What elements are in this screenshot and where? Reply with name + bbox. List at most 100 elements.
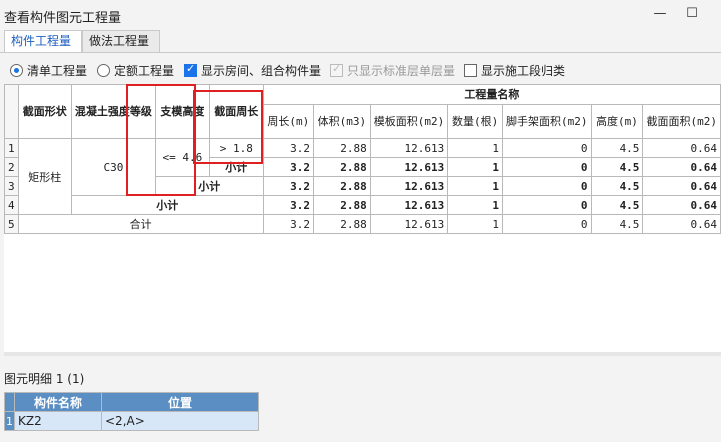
cell-value[interactable]: 3.2 xyxy=(262,176,314,196)
table-row[interactable]: 5 合计 3.2 2.88 12.613 1 0 4.5 0.64 xyxy=(4,214,721,234)
checkbox-show-room-label: 显示房间、组合构件量 xyxy=(201,64,322,78)
window-title: 查看构件图元工程量 xyxy=(4,11,122,26)
table-row[interactable]: 4 小计 3.2 2.88 12.613 1 0 4.5 0.64 xyxy=(4,195,721,215)
cell-value[interactable]: 12.613 xyxy=(369,195,449,215)
header-height[interactable]: 高度(m) xyxy=(590,104,644,139)
cell-value[interactable]: 0 xyxy=(502,157,592,177)
cell-value[interactable]: 4.5 xyxy=(590,214,644,234)
cell-value[interactable]: 0.64 xyxy=(642,138,721,158)
detail-row-number: 1 xyxy=(4,411,15,431)
maximize-icon[interactable]: ☐ xyxy=(682,6,702,22)
checkbox-only-standard-label: 只显示标准层单层量 xyxy=(347,64,456,78)
cell-value[interactable]: 4.5 xyxy=(590,157,644,177)
detail-corner xyxy=(4,392,15,412)
detail-count: 1 (1) xyxy=(55,372,85,386)
cell-total-label: 合计 xyxy=(17,214,264,234)
tab-divider xyxy=(0,52,721,53)
cell-subtotal-label: 小计 xyxy=(208,157,264,177)
checkbox-checked-icon[interactable] xyxy=(184,62,197,77)
cell-value[interactable]: 0 xyxy=(502,176,592,196)
cell-value[interactable]: 3.2 xyxy=(262,195,314,215)
cell-value[interactable]: 12.613 xyxy=(369,176,449,196)
radio-quota-quantity[interactable]: 定额工程量 xyxy=(97,62,174,79)
list-item[interactable]: 1 KZ2 <2,A> xyxy=(4,411,259,431)
header-quantity-name: 工程量名称 xyxy=(262,84,721,105)
quantity-grid-area: 截面形状 混凝土强度等级 支模高度 截面周长 工程量名称 周长(m) 体积(m3… xyxy=(4,84,721,352)
cell-value[interactable]: 3.2 xyxy=(262,214,314,234)
cell-value[interactable]: 1 xyxy=(447,157,504,177)
checkbox-construction-label: 显示施工段归类 xyxy=(481,64,566,78)
checkbox-unchecked-icon[interactable] xyxy=(464,64,477,77)
tab-component-quantity[interactable]: 构件工程量 xyxy=(4,30,82,53)
radio-quota-label: 定额工程量 xyxy=(114,64,175,78)
row-number: 1 xyxy=(4,138,19,158)
cell-value[interactable]: 3.2 xyxy=(262,157,314,177)
cell-value[interactable]: 2.88 xyxy=(312,195,371,215)
row-number: 2 xyxy=(4,157,19,177)
radio-list-quantity[interactable]: 清单工程量 xyxy=(10,62,87,79)
checkbox-disabled-icon xyxy=(330,62,343,77)
radio-list-label: 清单工程量 xyxy=(27,64,88,78)
header-section-area[interactable]: 截面面积(m2) xyxy=(642,104,721,139)
detail-cell-name[interactable]: KZ2 xyxy=(14,411,102,431)
cell-concrete[interactable]: C30 xyxy=(70,138,156,196)
header-perimeter[interactable]: 周长(m) xyxy=(262,104,314,139)
row-number: 4 xyxy=(4,195,19,215)
cell-shape[interactable]: 矩形柱 xyxy=(17,138,72,215)
cell-value[interactable]: 0.64 xyxy=(642,157,721,177)
radio-unselected-icon[interactable] xyxy=(97,64,110,77)
detail-header-position[interactable]: 位置 xyxy=(101,392,259,412)
cell-value[interactable]: 12.613 xyxy=(369,138,449,158)
radio-selected-icon[interactable] xyxy=(10,64,23,77)
panel-splitter[interactable] xyxy=(4,352,721,356)
quantity-table: 截面形状 混凝土强度等级 支模高度 截面周长 工程量名称 周长(m) 体积(m3… xyxy=(4,84,721,234)
cell-value[interactable]: 1 xyxy=(447,138,504,158)
table-row[interactable]: 1 矩形柱 C30 <= 4.6 > 1.8 3.2 2.88 12.613 1… xyxy=(4,138,721,215)
row-number: 5 xyxy=(4,214,19,234)
cell-value[interactable]: 0.64 xyxy=(642,176,721,196)
cell-value[interactable]: 1 xyxy=(447,176,504,196)
cell-value[interactable]: 1 xyxy=(447,195,504,215)
cell-subtotal-label: 小计 xyxy=(70,195,264,215)
tab-method-quantity[interactable]: 做法工程量 xyxy=(82,30,160,52)
detail-header-name[interactable]: 构件名称 xyxy=(14,392,102,412)
checkbox-show-room[interactable]: 显示房间、组合构件量 xyxy=(184,62,321,79)
row-number: 3 xyxy=(4,176,19,196)
cell-value[interactable]: 0.64 xyxy=(642,195,721,215)
detail-table: 构件名称 位置 1 KZ2 <2,A> xyxy=(4,392,259,431)
header-section-perimeter[interactable]: 截面周长 xyxy=(208,84,264,139)
cell-subtotal-label: 小计 xyxy=(154,176,264,196)
checkbox-construction-section[interactable]: 显示施工段归类 xyxy=(464,62,565,79)
header-formwork-area[interactable]: 模板面积(m2) xyxy=(369,104,449,139)
cell-value[interactable]: 2.88 xyxy=(312,138,371,158)
cell-value[interactable]: 2.88 xyxy=(312,176,371,196)
cell-value[interactable]: 1 xyxy=(447,214,504,234)
title-bar: 查看构件图元工程量 — ☐ xyxy=(0,0,721,28)
cell-value[interactable]: 0.64 xyxy=(642,214,721,234)
checkbox-only-standard-floor: 只显示标准层单层量 xyxy=(330,62,455,79)
cell-value[interactable]: 4.5 xyxy=(590,176,644,196)
cell-value[interactable]: 2.88 xyxy=(312,157,371,177)
cell-value[interactable]: 0 xyxy=(502,138,592,158)
header-volume[interactable]: 体积(m3) xyxy=(312,104,371,139)
header-concrete-grade[interactable]: 混凝土强度等级 xyxy=(70,84,156,139)
detail-cell-position[interactable]: <2,A> xyxy=(101,411,259,431)
detail-title-label: 图元明细 xyxy=(4,372,53,386)
header-scaffold-area[interactable]: 脚手架面积(m2) xyxy=(502,104,592,139)
detail-title: 图元明细 1 (1) xyxy=(4,370,84,387)
header-support-height[interactable]: 支模高度 xyxy=(154,84,210,139)
cell-value[interactable]: 12.613 xyxy=(369,214,449,234)
cell-value[interactable]: 0 xyxy=(502,214,592,234)
cell-value[interactable]: 3.2 xyxy=(262,138,314,158)
minimize-icon[interactable]: — xyxy=(650,6,670,22)
header-count[interactable]: 数量(根) xyxy=(447,104,504,139)
cell-value[interactable]: 4.5 xyxy=(590,138,644,158)
cell-value[interactable]: 2.88 xyxy=(312,214,371,234)
cell-value[interactable]: 12.613 xyxy=(369,157,449,177)
cell-value[interactable]: 4.5 xyxy=(590,195,644,215)
cell-support-height[interactable]: <= 4.6 xyxy=(154,138,210,177)
row-header-blank xyxy=(4,84,19,139)
cell-perimeter-range[interactable]: > 1.8 xyxy=(208,138,264,158)
header-section-shape[interactable]: 截面形状 xyxy=(17,84,72,139)
cell-value[interactable]: 0 xyxy=(502,195,592,215)
